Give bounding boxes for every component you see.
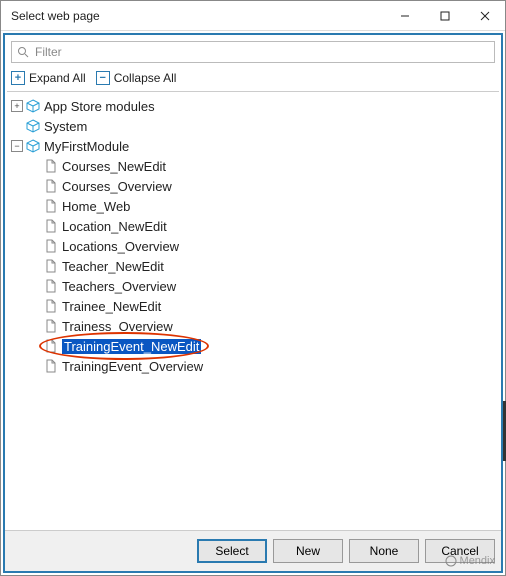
node-label: App Store modules: [44, 99, 155, 114]
plus-icon: +: [11, 71, 25, 85]
tree-node-module[interactable]: − MyFirstModule: [7, 136, 499, 156]
node-label: Trainess_Overview: [62, 319, 173, 334]
page-icon: [44, 279, 58, 293]
node-label: Trainee_NewEdit: [62, 299, 161, 314]
tree-node-page[interactable]: Trainess_Overview: [7, 316, 499, 336]
node-label-selected: TrainingEvent_NewEdit: [62, 339, 201, 354]
page-icon: [44, 159, 58, 173]
cancel-button[interactable]: Cancel: [425, 539, 495, 563]
page-icon: [44, 259, 58, 273]
expand-all-button[interactable]: + Expand All: [11, 71, 86, 85]
tree-node-page[interactable]: Locations_Overview: [7, 236, 499, 256]
expand-toggle-empty: [29, 180, 41, 192]
expand-toggle-empty: [29, 280, 41, 292]
tree-node-page[interactable]: Teachers_Overview: [7, 276, 499, 296]
node-label: Home_Web: [62, 199, 130, 214]
package-icon: [26, 119, 40, 133]
node-label: MyFirstModule: [44, 139, 129, 154]
node-label: Location_NewEdit: [62, 219, 167, 234]
collapse-all-button[interactable]: − Collapse All: [96, 71, 177, 85]
package-icon: [26, 139, 40, 153]
window-title: Select web page: [11, 9, 385, 23]
new-button[interactable]: New: [273, 539, 343, 563]
page-icon: [44, 239, 58, 253]
tree-node-page[interactable]: Courses_Overview: [7, 176, 499, 196]
page-icon: [44, 359, 58, 373]
tree-node-page[interactable]: TrainingEvent_Overview: [7, 356, 499, 376]
titlebar: Select web page: [1, 1, 505, 31]
tree-node-page[interactable]: Home_Web: [7, 196, 499, 216]
tree-node-page[interactable]: Location_NewEdit: [7, 216, 499, 236]
tree-node-page[interactable]: Courses_NewEdit: [7, 156, 499, 176]
minimize-icon: [400, 11, 410, 21]
expand-all-label: Expand All: [29, 71, 86, 85]
footer: Select New None Cancel Mendix: [5, 530, 501, 571]
tree-node-page[interactable]: Teacher_NewEdit: [7, 256, 499, 276]
maximize-button[interactable]: [425, 1, 465, 31]
tree-node-system[interactable]: System: [7, 116, 499, 136]
filter-wrap: [5, 35, 501, 69]
expand-toggle-empty: [29, 360, 41, 372]
expand-toggle-empty: [29, 300, 41, 312]
close-button[interactable]: [465, 1, 505, 31]
expand-toggle-empty: [29, 340, 41, 352]
expand-toggle-empty: [29, 260, 41, 272]
maximize-icon: [440, 11, 450, 21]
dialog-content: + Expand All − Collapse All + App Store …: [3, 33, 503, 573]
expand-toggle-empty: [29, 220, 41, 232]
node-label: Courses_NewEdit: [62, 159, 166, 174]
node-label: Courses_Overview: [62, 179, 172, 194]
minus-icon: −: [96, 71, 110, 85]
minimize-button[interactable]: [385, 1, 425, 31]
tree-view[interactable]: + App Store modules System −: [5, 92, 501, 530]
node-label: System: [44, 119, 87, 134]
expand-toggle-empty: [11, 120, 23, 132]
collapse-toggle[interactable]: −: [11, 140, 23, 152]
page-icon: [44, 299, 58, 313]
select-button[interactable]: Select: [197, 539, 267, 563]
node-label: Teacher_NewEdit: [62, 259, 164, 274]
expand-toggle-empty: [29, 240, 41, 252]
package-icon: [26, 99, 40, 113]
tree-node-appstore[interactable]: + App Store modules: [7, 96, 499, 116]
page-icon: [44, 339, 58, 353]
node-label: Teachers_Overview: [62, 279, 176, 294]
toolbar: + Expand All − Collapse All: [5, 69, 501, 91]
tree-node-page[interactable]: Trainee_NewEdit: [7, 296, 499, 316]
page-icon: [44, 219, 58, 233]
page-icon: [44, 179, 58, 193]
page-icon: [44, 319, 58, 333]
expand-toggle-empty: [29, 320, 41, 332]
filter-box[interactable]: [11, 41, 495, 63]
filter-input[interactable]: [33, 44, 489, 60]
expand-toggle[interactable]: +: [11, 100, 23, 112]
collapse-all-label: Collapse All: [114, 71, 177, 85]
close-icon: [480, 11, 490, 21]
expand-toggle-empty: [29, 200, 41, 212]
page-icon: [44, 199, 58, 213]
node-label: TrainingEvent_Overview: [62, 359, 203, 374]
tree-node-page[interactable]: TrainingEvent_NewEdit: [7, 336, 499, 356]
none-button[interactable]: None: [349, 539, 419, 563]
expand-toggle-empty: [29, 160, 41, 172]
node-label: Locations_Overview: [62, 239, 179, 254]
search-icon: [17, 46, 29, 58]
